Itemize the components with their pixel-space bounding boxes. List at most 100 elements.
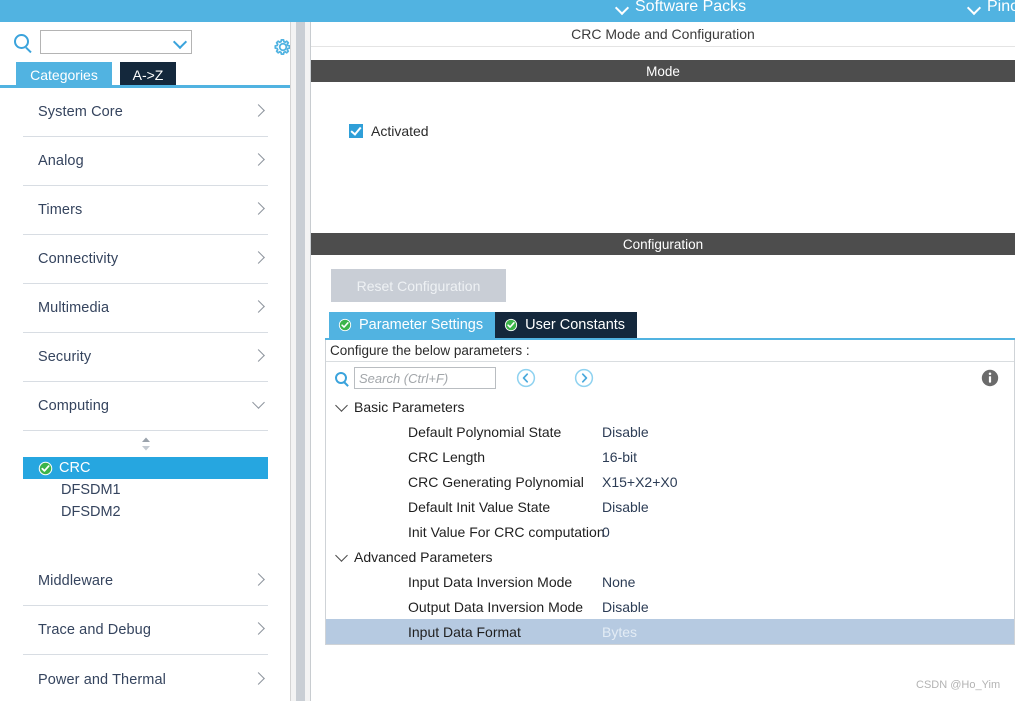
parameter-tabs: Parameter Settings User Constants [329,312,1015,338]
param-group-advanced-parameters[interactable]: Advanced Parameters [326,544,1014,569]
sidebar-item-computing[interactable]: Computing [23,382,268,431]
sidebar-item-label: Computing [38,398,110,414]
sidebar-item-label: Middleware [38,573,114,589]
menu-item-pinout-label: Pinout [987,0,1015,15]
table-row[interactable]: Input Data Inversion Mode None [326,569,1014,594]
chevron-down-icon[interactable] [173,35,187,49]
parameter-search-input[interactable]: Search (Ctrl+F) [359,371,448,386]
chevron-right-icon [254,253,264,263]
chevron-right-icon [254,575,264,585]
param-name: Default Polynomial State [408,423,562,440]
table-row[interactable]: Output Data Inversion Mode Disable [326,594,1014,619]
param-group-label: Advanced Parameters [354,548,493,565]
param-value[interactable]: 16-bit [598,449,1014,465]
sidebar-item-label: Trace and Debug [38,622,152,638]
sidebar-item-power-and-thermal[interactable]: Power and Thermal [23,655,268,701]
param-name: CRC Length [408,448,486,465]
parameter-search-field[interactable]: Search (Ctrl+F) [354,367,496,389]
chevron-right-icon [254,624,264,634]
sidebar-search-row [0,26,290,58]
activated-checkbox[interactable] [349,124,363,138]
info-icon[interactable] [980,368,1000,388]
param-value[interactable]: Disable [598,424,1014,440]
menu-item-software-packs[interactable]: Software Packs [616,0,746,16]
param-name: Input Data Format [408,623,521,640]
chevron-right-icon [254,351,264,361]
param-value[interactable]: Bytes [598,624,1014,640]
sidebar-item-dfsdm1[interactable]: DFSDM1 [23,479,268,501]
configure-hint: Configure the below parameters : [326,340,1014,362]
activated-checkbox-row[interactable]: Activated [349,123,429,139]
table-row[interactable]: CRC Length 16-bit [326,444,1014,469]
menu-item-software-packs-label: Software Packs [635,0,747,15]
sidebar-item-connectivity[interactable]: Connectivity [23,235,268,284]
table-row-selected[interactable]: Input Data Format Bytes [326,619,1014,644]
gear-icon[interactable] [272,36,290,58]
tab-user-constants[interactable]: User Constants [495,312,638,338]
left-sidebar: Categories A->Z System Core Analog Timer… [0,22,291,701]
sidebar-item-middleware[interactable]: Middleware [23,557,268,606]
menu-item-pinout[interactable]: Pinout [968,0,1015,16]
page-title: CRC Mode and Configuration [311,22,1015,47]
sidebar-item-multimedia[interactable]: Multimedia [23,284,268,333]
chevron-down-icon [336,551,348,563]
sidebar-item-label: CRC [59,460,91,476]
chevron-right-icon [254,155,264,165]
sidebar-item-security[interactable]: Security [23,333,268,382]
parameter-tree: Basic Parameters Default Polynomial Stat… [326,394,1014,644]
panel-divider-scrollbar[interactable] [291,22,311,701]
sidebar-item-label: System Core [38,104,123,120]
sidebar-item-label: DFSDM2 [61,504,121,520]
sidebar-item-label: Analog [38,153,84,169]
table-row[interactable]: CRC Generating Polynomial X15+X2+X0 [326,469,1014,494]
param-name: Default Init Value State [408,498,551,515]
chevron-right-icon [254,106,264,116]
main-content: CRC Mode and Configuration Mode Activate… [311,22,1015,701]
sidebar-item-label: Security [38,349,92,365]
param-name: CRC Generating Polynomial [408,473,584,490]
sidebar-item-label: Multimedia [38,300,110,316]
sidebar-item-dfsdm2[interactable]: DFSDM2 [23,501,268,523]
subtree-spacer [23,523,268,557]
top-menu-bar: Software Packs Pinout [0,0,1015,22]
sidebar-tab-categories-label: Categories [30,67,98,83]
sidebar-item-timers[interactable]: Timers [23,186,268,235]
reset-configuration-button[interactable]: Reset Configuration [331,269,506,302]
param-value[interactable]: Disable [598,499,1014,515]
tab-parameter-settings[interactable]: Parameter Settings [329,312,496,338]
sidebar-item-label: Power and Thermal [38,671,166,688]
configuration-section-header: Configuration [311,233,1015,255]
circle-right-arrow-icon[interactable] [574,368,594,388]
tab-user-constants-label: User Constants [525,317,626,333]
chevron-down-icon [968,1,980,13]
sidebar-item-crc[interactable]: CRC [23,457,268,479]
parameter-search-row: Search (Ctrl+F) [326,362,1014,394]
param-value[interactable]: Disable [598,599,1014,615]
param-value[interactable]: None [598,574,1014,590]
circle-left-arrow-icon[interactable] [516,368,536,388]
table-row[interactable]: Default Polynomial State Disable [326,419,1014,444]
chevron-right-icon [254,204,264,214]
sidebar-item-label: DFSDM1 [61,482,121,498]
param-name: Input Data Inversion Mode [408,573,573,590]
param-group-basic-parameters[interactable]: Basic Parameters [326,394,1014,419]
param-value[interactable]: X15+X2+X0 [598,474,1014,490]
activated-checkbox-label: Activated [371,123,429,139]
chevron-right-icon [254,674,264,684]
table-row[interactable]: Init Value For CRC computation 0 [326,519,1014,544]
sidebar-search-combo[interactable] [40,30,192,54]
param-value[interactable]: 0 [598,524,1014,540]
scroll-spinner[interactable] [23,431,268,457]
sidebar-item-analog[interactable]: Analog [23,137,268,186]
sidebar-item-system-core[interactable]: System Core [23,88,268,137]
search-icon [335,372,347,384]
chevron-down-icon [616,1,628,13]
tab-parameter-settings-label: Parameter Settings [359,317,484,333]
sidebar-item-label: Timers [38,202,83,218]
sidebar-tab-a-to-z-label: A->Z [132,67,164,83]
chevron-down-icon [254,400,264,410]
category-list: System Core Analog Timers Connectivity M… [0,88,290,701]
check-circle-icon [504,318,518,332]
table-row[interactable]: Default Init Value State Disable [326,494,1014,519]
sidebar-item-trace-and-debug[interactable]: Trace and Debug [23,606,268,655]
